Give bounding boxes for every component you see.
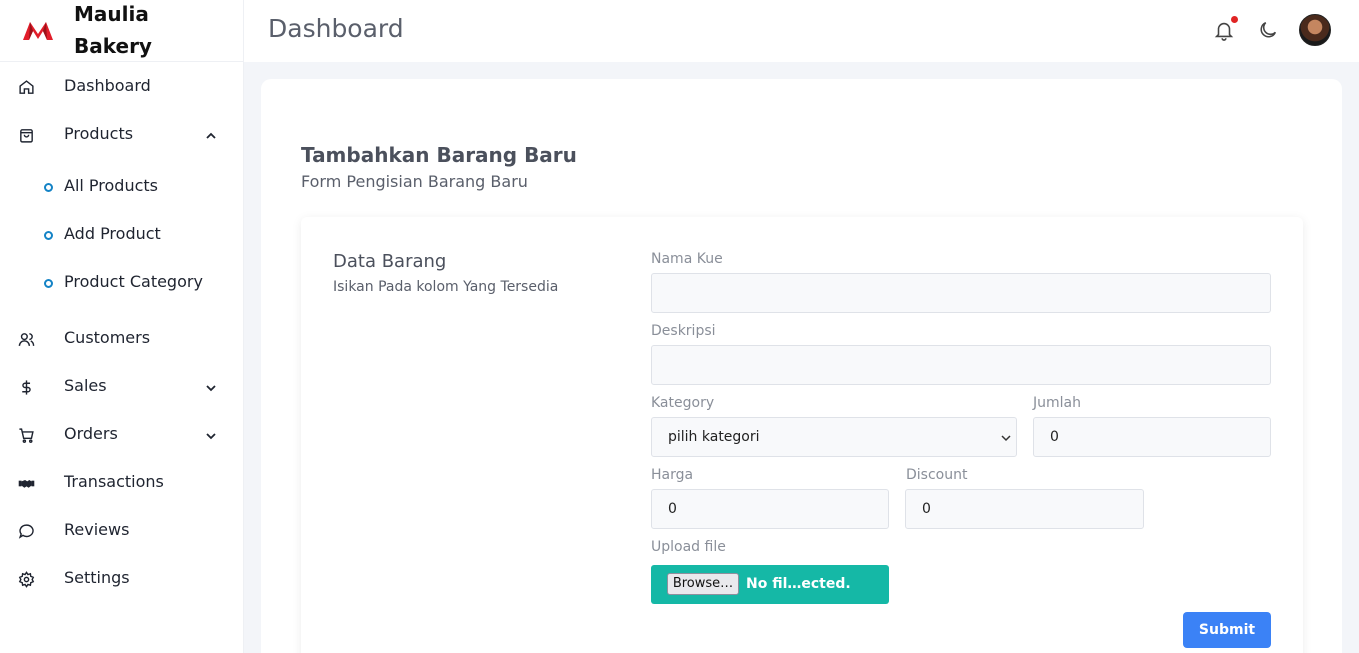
- shopping-bag-icon: [18, 127, 35, 144]
- handshake-icon: [18, 475, 35, 492]
- nama-kue-input[interactable]: [651, 273, 1271, 313]
- sidebar-subitem-product-category[interactable]: Product Category: [0, 259, 244, 307]
- sidebar-item-settings[interactable]: Settings: [0, 555, 244, 603]
- harga-input[interactable]: [651, 489, 889, 529]
- main-card: Tambahkan Barang Baru Form Pengisian Bar…: [261, 79, 1342, 653]
- sidebar-item-customers[interactable]: Customers: [0, 315, 244, 363]
- sidebar-item-label: Customers: [64, 328, 151, 347]
- sidebar-nav: Dashboard Products All Products Add Prod…: [0, 63, 244, 603]
- nama-kue-label: Nama Kue: [651, 251, 723, 267]
- sidebar-item-label: Reviews: [64, 520, 130, 539]
- kategori-select[interactable]: pilih kategori: [651, 417, 1017, 457]
- section-description: Isikan Pada kolom Yang Tersedia: [333, 279, 559, 295]
- notification-dot: [1231, 16, 1238, 23]
- sidebar-subitem-add-product[interactable]: Add Product: [0, 211, 244, 259]
- kategori-selected-value: pilih kategori: [668, 429, 760, 445]
- sidebar-item-label: Orders: [64, 424, 118, 443]
- discount-input[interactable]: [905, 489, 1144, 529]
- section-title: Data Barang: [333, 251, 447, 272]
- chevron-down-icon[interactable]: [204, 429, 218, 443]
- harga-label: Harga: [651, 467, 694, 483]
- sidebar-item-label: Products: [64, 124, 134, 143]
- sidebar: Maulia Bakery Dashboard Products All Pro…: [0, 0, 244, 653]
- upload-label: Upload file: [651, 539, 726, 555]
- form-title: Tambahkan Barang Baru: [301, 143, 577, 167]
- top-header: Dashboard: [244, 0, 1359, 62]
- sidebar-item-reviews[interactable]: Reviews: [0, 507, 244, 555]
- sidebar-item-dashboard[interactable]: Dashboard: [0, 63, 244, 111]
- gear-icon: [18, 571, 35, 588]
- sidebar-item-sales[interactable]: Sales: [0, 363, 244, 411]
- bullet-icon: [44, 279, 53, 288]
- form-subtitle: Form Pengisian Barang Baru: [301, 172, 528, 191]
- users-icon: [18, 331, 35, 348]
- sidebar-item-transactions[interactable]: Transactions: [0, 459, 244, 507]
- sidebar-item-label: Settings: [64, 568, 130, 587]
- sidebar-item-label: Transactions: [64, 472, 164, 491]
- file-upload-input[interactable]: Browse… No fil…ected.: [651, 565, 889, 604]
- kategori-label: Kategory: [651, 395, 715, 411]
- home-icon: [18, 79, 35, 96]
- brand[interactable]: Maulia Bakery: [0, 0, 244, 62]
- sidebar-subitem-all-products[interactable]: All Products: [0, 163, 244, 211]
- sidebar-item-label: Dashboard: [64, 76, 151, 95]
- jumlah-input[interactable]: [1033, 417, 1271, 457]
- sidebar-subitem-label: All Products: [64, 176, 159, 195]
- page-title: Dashboard: [268, 14, 404, 43]
- sidebar-item-products[interactable]: Products: [0, 111, 244, 159]
- product-form-card: Data Barang Isikan Pada kolom Yang Terse…: [301, 217, 1303, 653]
- bakery-logo-icon: [22, 18, 54, 44]
- sidebar-subitem-label: Add Product: [64, 224, 161, 243]
- chevron-down-icon: [1000, 432, 1012, 444]
- deskripsi-input[interactable]: [651, 345, 1271, 385]
- chat-bubble-icon: [18, 523, 35, 540]
- moon-icon[interactable]: [1257, 19, 1279, 41]
- chevron-up-icon[interactable]: [204, 129, 218, 143]
- avatar[interactable]: [1299, 14, 1331, 46]
- sidebar-item-label: Sales: [64, 376, 107, 395]
- browse-button[interactable]: Browse…: [667, 573, 739, 595]
- dollar-icon: [18, 379, 35, 396]
- sidebar-item-orders[interactable]: Orders: [0, 411, 244, 459]
- file-status-text: No fil…ected.: [746, 576, 851, 592]
- products-subnav: All Products Add Product Product Categor…: [0, 159, 244, 315]
- bullet-icon: [44, 231, 53, 240]
- sidebar-subitem-label: Product Category: [64, 272, 203, 291]
- bullet-icon: [44, 183, 53, 192]
- chevron-down-icon[interactable]: [204, 381, 218, 395]
- deskripsi-label: Deskripsi: [651, 323, 716, 339]
- jumlah-label: Jumlah: [1033, 395, 1081, 411]
- cart-icon: [18, 427, 35, 444]
- submit-button[interactable]: Submit: [1183, 612, 1271, 648]
- discount-label: Discount: [906, 467, 968, 483]
- brand-name: Maulia Bakery: [74, 2, 152, 58]
